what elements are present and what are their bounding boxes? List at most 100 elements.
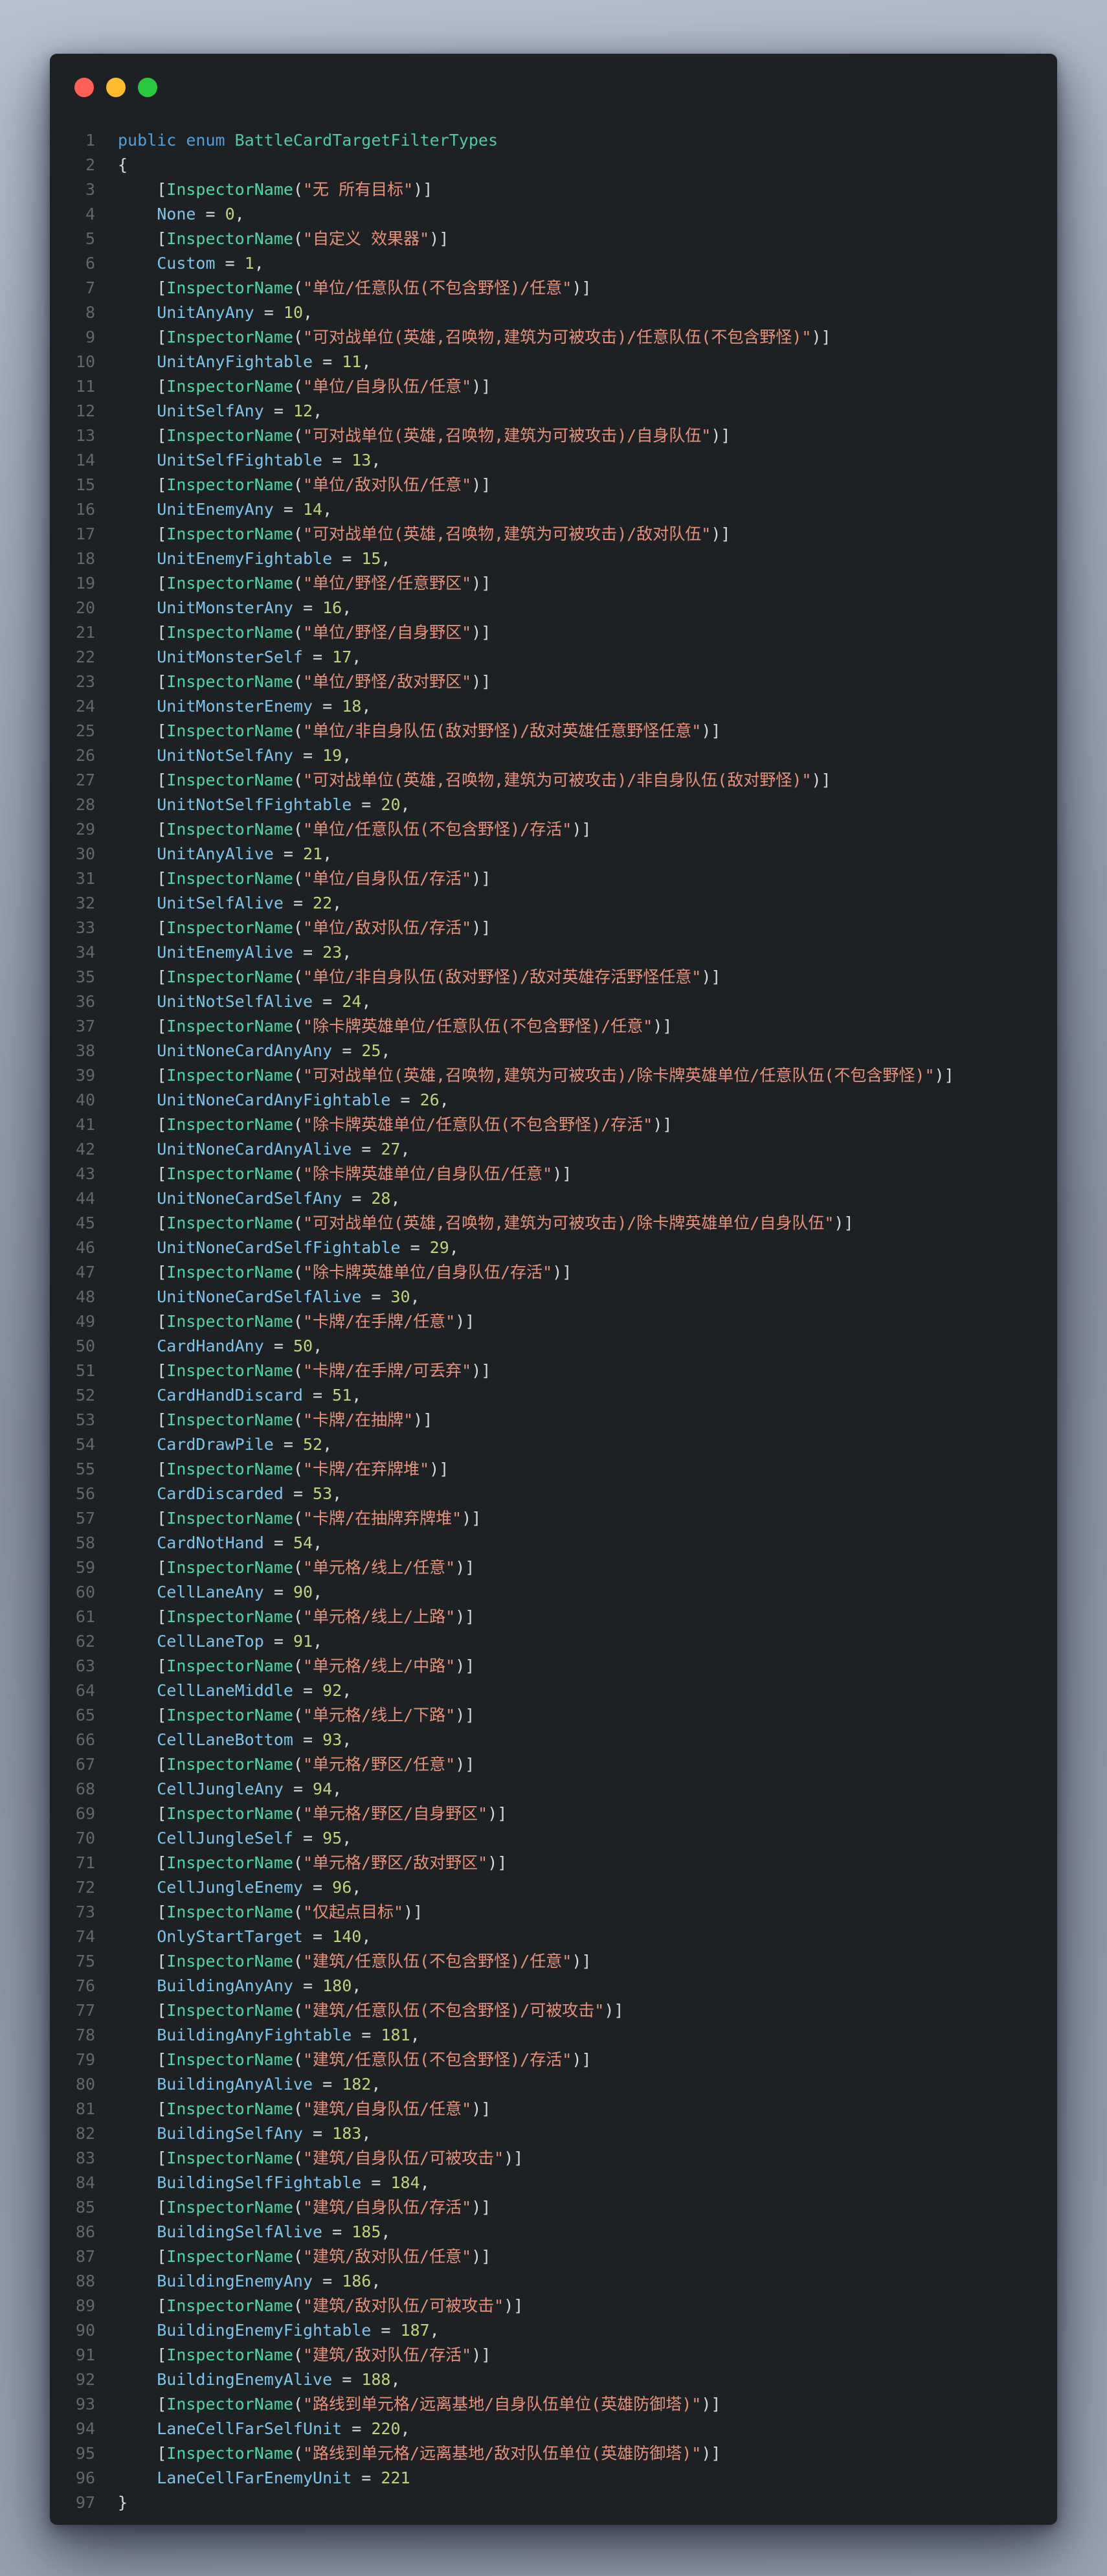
token-attr: InspectorName [166, 1558, 293, 1577]
token-punc: ( [293, 574, 303, 593]
token-punc: ( [293, 1706, 303, 1724]
token-name: UnitEnemyFightable [157, 549, 333, 568]
code-line-content: [InspectorName("建筑/自身队伍/存活")] [118, 2195, 491, 2220]
token-punc: [ [118, 1903, 167, 1921]
token-op: = [342, 2419, 372, 2438]
code-line: 7 [InspectorName("单位/任意队伍(不包含野怪)/任意")] [50, 276, 1057, 300]
code-line: 22 UnitMonsterSelf = 17, [50, 645, 1057, 670]
token-punc: )] [471, 869, 491, 888]
token-punc: [ [118, 2345, 167, 2364]
token-punc: [ [118, 1804, 167, 1823]
line-number: 47 [75, 1263, 95, 1282]
token-attr: InspectorName [166, 1410, 293, 1429]
token-punc: ( [293, 1952, 303, 1971]
code-line: 24 UnitMonsterEnemy = 18, [50, 694, 1057, 719]
token-str: "卡牌/在弃牌堆" [303, 1460, 430, 1478]
token-punc: ( [293, 1164, 303, 1183]
token-punc: ( [293, 229, 303, 248]
token-punc: )] [413, 1410, 433, 1429]
token-attr: InspectorName [166, 1214, 293, 1232]
token-punc: [ [118, 1066, 167, 1085]
token-op: = [293, 1829, 323, 1847]
token-punc: )] [934, 1066, 954, 1085]
token-name: UnitNoneCardAnyAny [157, 1041, 333, 1060]
token-str: "可对战单位(英雄,召唤物,建筑为可被攻击)/任意队伍(不包含野怪)" [303, 328, 812, 346]
code-line: 11 [InspectorName("单位/自身队伍/任意")] [50, 374, 1057, 399]
token-str: "单位/野怪/敌对野区" [303, 672, 472, 691]
traffic-light-maximize-button[interactable] [138, 78, 157, 97]
token-attr: InspectorName [166, 1853, 293, 1872]
code-line: 81 [InspectorName("建筑/自身队伍/任意")] [50, 2097, 1057, 2121]
token-str: "单元格/野区/自身野区" [303, 1804, 488, 1823]
token-name: BuildingEnemyFightable [157, 2321, 372, 2340]
code-line: 79 [InspectorName("建筑/任意队伍(不包含野怪)/存活")] [50, 2048, 1057, 2072]
token-punc: )] [455, 1755, 475, 1774]
token-punc: [ [118, 1312, 167, 1331]
token-num: 17 [332, 648, 352, 666]
token-punc: )] [471, 377, 491, 396]
token-attr: InspectorName [166, 771, 293, 789]
token-punc: [ [118, 2444, 167, 2463]
code-line: 15 [InspectorName("单位/敌对队伍/任意")] [50, 473, 1057, 497]
token-punc: ( [293, 2198, 303, 2217]
token-num: 185 [352, 2222, 381, 2241]
line-number: 8 [85, 303, 95, 322]
token-punc: )] [429, 1460, 449, 1478]
token-punc: [ [118, 2247, 167, 2266]
code-line-content: None = 0, [118, 202, 245, 227]
token-name: BuildingSelfFightable [157, 2173, 362, 2192]
traffic-light-close-button[interactable] [74, 78, 94, 97]
code-line-content: [InspectorName("建筑/自身队伍/任意")] [118, 2097, 491, 2121]
token-punc: ( [293, 1607, 303, 1626]
token-attr: InspectorName [166, 2050, 293, 2069]
token-attr: InspectorName [166, 672, 293, 691]
line-number: 13 [75, 426, 95, 445]
code-line-content: [InspectorName("单位/野怪/自身野区")] [118, 620, 491, 645]
line-number: 96 [75, 2469, 95, 2487]
token-num: 140 [332, 1927, 362, 1946]
token-attr: InspectorName [166, 1952, 293, 1971]
code-line: 72 CellJungleEnemy = 96, [50, 1875, 1057, 1900]
token-num: 53 [313, 1484, 333, 1503]
code-line-content: BuildingEnemyAny = 186, [118, 2269, 381, 2294]
token-num: 182 [342, 2075, 372, 2094]
line-number: 39 [75, 1066, 95, 1085]
token-op: = [322, 2222, 352, 2241]
code-line-content: [InspectorName("单位/自身队伍/任意")] [118, 374, 491, 399]
token-name: BuildingSelfAny [157, 2124, 303, 2143]
token-op: = [196, 205, 225, 223]
code-line-content: [InspectorName("建筑/任意队伍(不包含野怪)/任意")] [118, 1949, 591, 1974]
code-line-content: BuildingAnyFightable = 181, [118, 2023, 419, 2048]
code-line-content: CardHandAny = 50, [118, 1334, 322, 1359]
token-name: UnitEnemyAlive [157, 943, 293, 962]
token-str: "可对战单位(英雄,召唤物,建筑为可被攻击)/除卡牌英雄单位/自身队伍" [303, 1214, 834, 1232]
code-line: 50 CardHandAny = 50, [50, 1334, 1057, 1359]
line-number: 49 [75, 1312, 95, 1331]
token-punc: ( [293, 1804, 303, 1823]
line-number: 60 [75, 1583, 95, 1601]
code-line-content: LaneCellFarEnemyUnit = 221 [118, 2466, 410, 2491]
token-num: 14 [303, 500, 323, 519]
token-punc: ( [293, 1558, 303, 1577]
token-punc: ( [293, 525, 303, 543]
token-name: UnitNotSelfFightable [157, 795, 352, 814]
code-line-content: UnitSelfAlive = 22, [118, 891, 342, 916]
token-name: CardDiscarded [157, 1484, 284, 1503]
token-punc: [ [118, 1460, 167, 1478]
token-punc: )] [552, 1164, 572, 1183]
token-name: UnitNoneCardAnyFightable [157, 1090, 391, 1109]
line-number: 14 [75, 451, 95, 469]
token-punc: )] [701, 2444, 721, 2463]
traffic-light-minimize-button[interactable] [106, 78, 126, 97]
token-punc: [ [118, 2050, 167, 2069]
line-number: 92 [75, 2370, 95, 2389]
code-line-content: CellLaneAny = 90, [118, 1580, 322, 1605]
token-name: LaneCellFarSelfUnit [157, 2419, 342, 2438]
token-punc: )] [455, 1607, 475, 1626]
code-line-content: UnitSelfFightable = 13, [118, 448, 381, 473]
line-number: 37 [75, 1017, 95, 1035]
